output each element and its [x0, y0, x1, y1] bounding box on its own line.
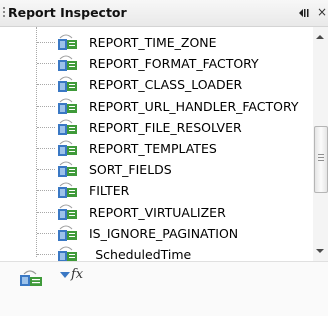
parameter-icon: [58, 161, 77, 178]
parameter-icon: [58, 76, 77, 93]
view-menu-icon[interactable]: [298, 7, 312, 19]
tree-item-label: IS_IGNORE_PAGINATION: [89, 225, 239, 241]
tree-item-label: SORT_FIELDS: [89, 162, 172, 178]
scroll-up-arrow-icon[interactable]: [316, 35, 324, 39]
parameter-icon: [58, 204, 77, 220]
fx-label: fx: [71, 267, 84, 282]
tree-item[interactable]: REPORT_URL_HANDLER_FACTORY: [0, 96, 313, 118]
parameter-icon: [58, 246, 77, 261]
tree-item[interactable]: IS_IGNORE_PAGINATION: [0, 223, 313, 245]
close-icon[interactable]: ×: [317, 6, 328, 19]
parameter-icon: [58, 182, 77, 199]
tree-item[interactable]: SORT_FIELDS: [0, 159, 313, 181]
tree-item[interactable]: REPORT_TEMPLATES: [0, 138, 313, 160]
tree-connector: [37, 63, 55, 65]
tree-item-label: REPORT_TEMPLATES: [89, 141, 217, 156]
report-inspector-panel: Report Inspector × REPORT_TIME_ZONE REPOR…: [0, 0, 328, 316]
tree-item-label: REPORT_TIME_ZONE: [89, 35, 217, 50]
bottom-toolbar: fx: [0, 261, 328, 316]
tree-item-label: REPORT_CLASS_LOADER: [89, 77, 243, 93]
scrollbar-thumb[interactable]: [314, 126, 328, 193]
tree-item-label: _ScheduledTime: [89, 247, 192, 261]
tree-item[interactable]: REPORT_FORMAT_FACTORY: [0, 53, 313, 75]
tree-connector: [37, 190, 55, 192]
tree-connector: [37, 254, 55, 255]
tree-connector: [37, 42, 55, 43]
tree-item-label: REPORT_VIRTUALIZER: [89, 204, 226, 220]
parameter-icon: [58, 98, 77, 114]
scroll-down-arrow-icon[interactable]: [316, 249, 324, 253]
parameter-icon: [58, 55, 77, 72]
tree-item[interactable]: FILTER: [0, 180, 313, 202]
add-parameter-icon: [20, 270, 42, 286]
parameter-icon: [58, 140, 77, 156]
tree-connector: [37, 232, 55, 234]
tree-item-label: REPORT_FILE_RESOLVER: [89, 119, 242, 135]
panel-title-bar[interactable]: Report Inspector ×: [0, 0, 328, 27]
parameter-icon: [58, 225, 77, 241]
expression-button[interactable]: fx: [60, 266, 88, 290]
tree-connector: [37, 211, 55, 213]
vertical-scrollbar[interactable]: [313, 27, 328, 261]
tree-item[interactable]: REPORT_FILE_RESOLVER: [0, 117, 313, 139]
drag-grip-icon[interactable]: [3, 7, 6, 20]
tree-connector: [37, 105, 55, 107]
tree-item[interactable]: REPORT_CLASS_LOADER: [0, 74, 313, 96]
tree-item[interactable]: _ScheduledTime: [0, 244, 313, 261]
add-parameter-button[interactable]: [18, 266, 46, 290]
parameter-icon: [58, 34, 77, 50]
tree-connector: [37, 148, 55, 149]
parameter-icon: [58, 119, 77, 135]
tree-connector: [37, 169, 55, 171]
tree-item[interactable]: REPORT_VIRTUALIZER: [0, 202, 313, 224]
tree-connector: [37, 126, 55, 128]
tree-item[interactable]: REPORT_TIME_ZONE: [0, 32, 313, 54]
tree-item-label: FILTER: [89, 183, 130, 199]
tree-item-label: REPORT_FORMAT_FACTORY: [89, 56, 259, 72]
parameters-tree[interactable]: REPORT_TIME_ZONE REPORT_FORMAT_FACTORY REP…: [0, 27, 313, 261]
panel-title: Report Inspector: [8, 5, 127, 20]
tree-item-label: REPORT_URL_HANDLER_FACTORY: [89, 98, 299, 114]
tree-connector: [37, 84, 55, 86]
